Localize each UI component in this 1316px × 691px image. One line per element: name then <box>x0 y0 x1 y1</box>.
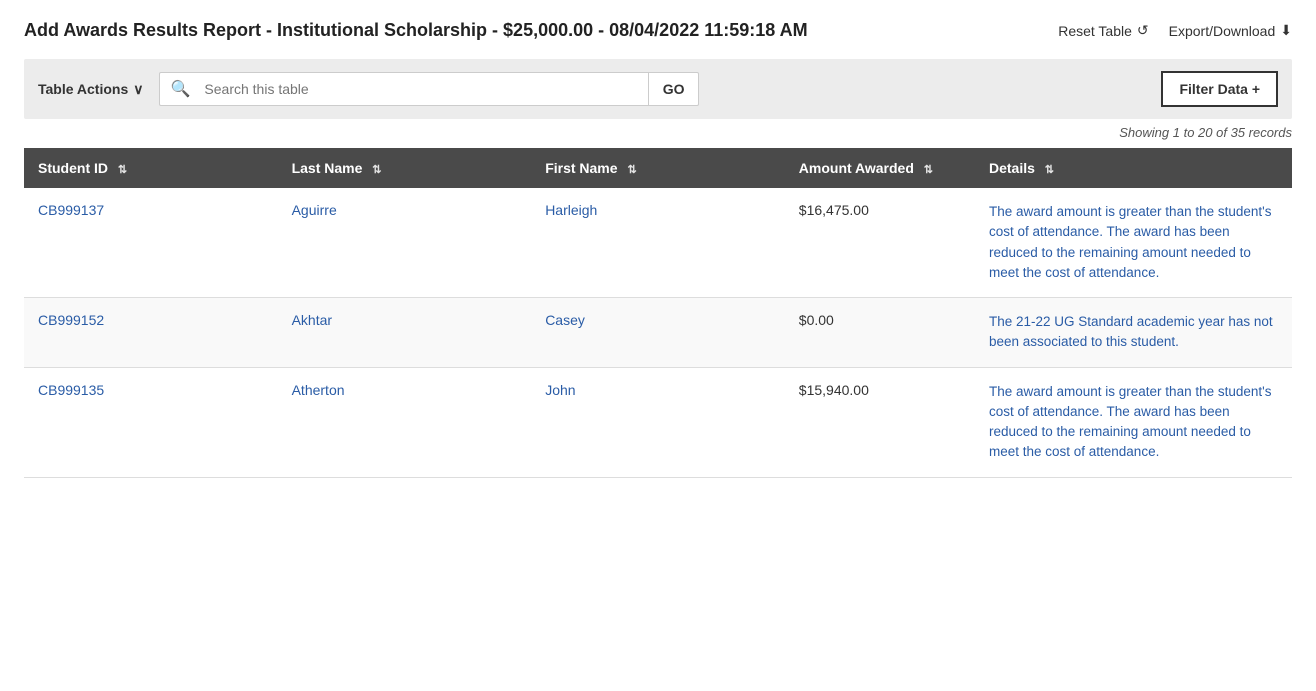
table-actions-button[interactable]: Table Actions ∨ <box>38 81 143 98</box>
col-header-last-name[interactable]: Last Name ⇅ <box>278 148 532 188</box>
table-row: CB999135AthertonJohn$15,940.00The award … <box>24 367 1292 477</box>
sort-icon-first-name: ⇅ <box>627 164 636 176</box>
sort-icon-details: ⇅ <box>1045 164 1054 176</box>
header-row: Student ID ⇅ Last Name ⇅ First Name ⇅ Am… <box>24 148 1292 188</box>
col-header-student-id[interactable]: Student ID ⇅ <box>24 148 278 188</box>
cell-details: The award amount is greater than the stu… <box>975 188 1292 298</box>
cell-details: The 21-22 UG Standard academic year has … <box>975 298 1292 368</box>
cell-last-name: Akhtar <box>278 298 532 368</box>
cell-amount: $16,475.00 <box>785 188 975 298</box>
cell-first-name: Harleigh <box>531 188 785 298</box>
cell-student-id: CB999135 <box>24 367 278 477</box>
search-input[interactable] <box>200 73 647 105</box>
cell-last-name: Aguirre <box>278 188 532 298</box>
cell-last-name: Atherton <box>278 367 532 477</box>
table-row: CB999152AkhtarCasey$0.00The 21-22 UG Sta… <box>24 298 1292 368</box>
header-actions: Reset Table ↺ Export/Download ⬇ <box>1058 22 1292 39</box>
sort-icon-amount: ⇅ <box>924 164 933 176</box>
col-header-amount[interactable]: Amount Awarded ⇅ <box>785 148 975 188</box>
toolbar: Table Actions ∨ 🔍 GO Filter Data + <box>24 59 1292 119</box>
col-header-first-name[interactable]: First Name ⇅ <box>531 148 785 188</box>
col-header-details[interactable]: Details ⇅ <box>975 148 1292 188</box>
records-info: Showing 1 to 20 of 35 records <box>24 125 1292 140</box>
search-form: 🔍 GO <box>159 72 699 106</box>
page-container: Add Awards Results Report - Institutiona… <box>0 0 1316 691</box>
cell-first-name: Casey <box>531 298 785 368</box>
toolbar-left: Table Actions ∨ 🔍 GO <box>38 72 699 106</box>
cell-details: The award amount is greater than the stu… <box>975 367 1292 477</box>
filter-data-button[interactable]: Filter Data + <box>1161 71 1278 107</box>
results-table: Student ID ⇅ Last Name ⇅ First Name ⇅ Am… <box>24 148 1292 478</box>
page-header: Add Awards Results Report - Institutiona… <box>24 20 1292 41</box>
cell-amount: $0.00 <box>785 298 975 368</box>
cell-student-id: CB999137 <box>24 188 278 298</box>
table-body: CB999137AguirreHarleigh$16,475.00The awa… <box>24 188 1292 477</box>
search-icon: 🔍 <box>160 79 200 99</box>
chevron-down-icon: ∨ <box>133 81 143 98</box>
download-icon: ⬇ <box>1280 22 1292 39</box>
table-row: CB999137AguirreHarleigh$16,475.00The awa… <box>24 188 1292 298</box>
export-download-label: Export/Download <box>1169 23 1276 39</box>
table-header: Student ID ⇅ Last Name ⇅ First Name ⇅ Am… <box>24 148 1292 188</box>
go-button[interactable]: GO <box>648 73 699 105</box>
table-actions-label: Table Actions <box>38 81 128 97</box>
sort-icon-student-id: ⇅ <box>118 164 127 176</box>
reset-table-button[interactable]: Reset Table ↺ <box>1058 22 1148 39</box>
reset-icon: ↺ <box>1137 22 1149 39</box>
cell-amount: $15,940.00 <box>785 367 975 477</box>
cell-student-id: CB999152 <box>24 298 278 368</box>
page-title: Add Awards Results Report - Institutiona… <box>24 20 808 41</box>
reset-table-label: Reset Table <box>1058 23 1132 39</box>
sort-icon-last-name: ⇅ <box>372 164 381 176</box>
export-download-button[interactable]: Export/Download ⬇ <box>1169 22 1292 39</box>
cell-first-name: John <box>531 367 785 477</box>
